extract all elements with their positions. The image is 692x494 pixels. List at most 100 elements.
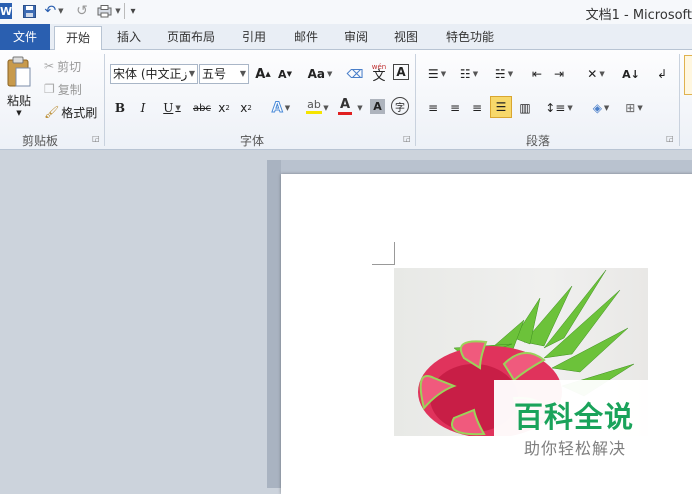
- page-shadow-top: [267, 160, 692, 174]
- undo-dropdown-icon[interactable]: ▼: [58, 7, 63, 15]
- strikethrough-button[interactable]: abc: [192, 98, 212, 118]
- print-preview-icon: [97, 4, 112, 17]
- font-size-combo[interactable]: 五号 ▼: [199, 64, 249, 84]
- bold-button[interactable]: B: [113, 98, 127, 118]
- shading-dropdown-icon[interactable]: ▼: [604, 104, 609, 112]
- redo-icon: ↺: [76, 3, 88, 19]
- distributed-icon: ▥: [519, 101, 531, 115]
- bullets-dropdown-icon[interactable]: ▼: [441, 70, 446, 78]
- save-button[interactable]: [22, 3, 36, 19]
- sort-button[interactable]: A↓: [620, 64, 642, 84]
- text-effects-button[interactable]: A ▼: [268, 98, 294, 118]
- tab-special-features[interactable]: 特色功能: [438, 26, 502, 49]
- justify-button[interactable]: ☰: [490, 96, 512, 118]
- quick-print-button[interactable]: ▼: [96, 3, 122, 19]
- cut-button[interactable]: ✂ 剪切: [44, 56, 86, 76]
- borders-dropdown-icon[interactable]: ▼: [637, 104, 642, 112]
- copy-icon: ❐: [44, 82, 55, 96]
- ribbon-tab-bar: 文件 开始 插入 页面布局 引用 邮件 审阅 视图 特色功能: [0, 24, 692, 51]
- undo-icon: ↶: [44, 3, 57, 19]
- pinyin-guide-button[interactable]: wén 文: [368, 62, 390, 84]
- tab-home[interactable]: 开始: [54, 26, 102, 51]
- paragraph-launcher-icon[interactable]: ◲: [666, 134, 675, 143]
- underline-button[interactable]: U ▼: [158, 98, 186, 118]
- clear-formatting-icon: ⌫: [346, 67, 364, 81]
- increase-indent-button[interactable]: ⇥: [550, 64, 568, 84]
- font-name-combo[interactable]: 宋体 (中文正ز ▼: [110, 64, 198, 84]
- text-effects-dropdown-icon[interactable]: ▼: [285, 104, 290, 112]
- subscript-button[interactable]: x2: [216, 98, 232, 118]
- change-case-button[interactable]: Aa ▼: [306, 64, 334, 84]
- word-app-icon[interactable]: W: [0, 3, 12, 19]
- qa-separator: [124, 3, 125, 19]
- borders-button[interactable]: ⊞ ▼: [620, 98, 648, 118]
- chinese-layout-button[interactable]: ✕ ▼: [582, 64, 610, 84]
- character-shading-icon: A: [373, 100, 382, 113]
- align-right-icon: ≡: [471, 101, 483, 115]
- font-name-value: 宋体 (中文正ز: [113, 67, 188, 81]
- distributed-button[interactable]: ▥: [516, 98, 534, 118]
- paste-icon: [7, 56, 31, 87]
- line-spacing-icon: ↕≡: [545, 101, 566, 115]
- character-border-button[interactable]: A: [393, 64, 409, 80]
- character-shading-button[interactable]: A: [370, 99, 385, 114]
- bullets-icon: ☰: [427, 67, 439, 81]
- tab-page-layout[interactable]: 页面布局: [160, 26, 222, 49]
- paste-button[interactable]: [4, 54, 34, 90]
- font-launcher-icon[interactable]: ◲: [403, 134, 412, 143]
- customize-qa-button[interactable]: ▾: [128, 3, 138, 19]
- case-dropdown-icon[interactable]: ▼: [327, 70, 332, 78]
- tab-references[interactable]: 引用: [234, 26, 274, 49]
- undo-button[interactable]: ↶ ▼: [42, 3, 66, 19]
- line-spacing-button[interactable]: ↕≡ ▼: [545, 98, 573, 118]
- paste-label[interactable]: 粘贴: [4, 90, 34, 110]
- align-right-button[interactable]: ≡: [468, 98, 486, 118]
- clipboard-launcher-icon[interactable]: ◲: [92, 134, 101, 143]
- font-name-dropdown-icon[interactable]: ▼: [189, 65, 195, 83]
- font-color-dropdown-icon[interactable]: ▼: [354, 98, 364, 118]
- italic-button[interactable]: I: [136, 98, 150, 118]
- numbering-button[interactable]: ☷ ▼: [456, 64, 482, 84]
- change-case-icon: Aa: [307, 67, 325, 81]
- styles-gallery-edge[interactable]: [684, 55, 692, 95]
- highlight-dropdown-icon[interactable]: ▼: [320, 98, 330, 118]
- numbering-dropdown-icon[interactable]: ▼: [473, 70, 478, 78]
- pinyin-label: 文: [372, 69, 386, 84]
- shrink-font-button[interactable]: A ▼: [276, 64, 294, 84]
- increase-indent-icon: ⇥: [553, 67, 565, 81]
- font-color-button[interactable]: A: [336, 96, 354, 116]
- multilevel-dropdown-icon[interactable]: ▼: [508, 70, 513, 78]
- copy-button[interactable]: ❐ 复制: [44, 79, 86, 99]
- subscript-icon: x: [218, 101, 226, 115]
- paste-dropdown-icon[interactable]: ▼: [14, 108, 24, 118]
- format-painter-button[interactable]: 🖌 格式刷: [44, 102, 100, 122]
- shading-button[interactable]: ◈ ▼: [588, 98, 614, 118]
- bullets-button[interactable]: ☰ ▼: [424, 64, 450, 84]
- align-left-button[interactable]: ≡: [424, 98, 442, 118]
- clear-formatting-button[interactable]: ⌫: [346, 64, 364, 84]
- chinese-layout-dropdown-icon[interactable]: ▼: [599, 70, 604, 78]
- redo-button[interactable]: ↺: [74, 3, 90, 19]
- line-spacing-dropdown-icon[interactable]: ▼: [567, 104, 572, 112]
- underline-dropdown-icon[interactable]: ▼: [175, 104, 180, 112]
- superscript-button[interactable]: x2: [238, 98, 254, 118]
- decrease-indent-button[interactable]: ⇤: [528, 64, 546, 84]
- underline-icon: U: [163, 101, 174, 115]
- tab-view[interactable]: 视图: [386, 26, 426, 49]
- align-center-button[interactable]: ≡: [446, 98, 464, 118]
- tab-mailings[interactable]: 邮件: [286, 26, 326, 49]
- page-shadow-left: [267, 160, 281, 488]
- tab-file[interactable]: 文件: [0, 24, 50, 50]
- font-color-icon: A: [339, 97, 351, 112]
- enclose-characters-button[interactable]: 字: [391, 97, 409, 115]
- show-marks-button[interactable]: ↲: [654, 64, 670, 84]
- paintbrush-icon: 🖌: [44, 105, 60, 119]
- print-dropdown-icon[interactable]: ▼: [115, 7, 120, 15]
- watermark-overlay: 百科全说 助你轻松解决: [494, 380, 650, 462]
- strikethrough-icon: abc: [193, 102, 211, 114]
- tab-insert[interactable]: 插入: [108, 26, 150, 49]
- multilevel-list-button[interactable]: ☵ ▼: [490, 64, 518, 84]
- tab-review[interactable]: 审阅: [336, 26, 376, 49]
- grow-font-button[interactable]: A ▲: [254, 64, 272, 84]
- font-size-dropdown-icon[interactable]: ▼: [240, 65, 246, 83]
